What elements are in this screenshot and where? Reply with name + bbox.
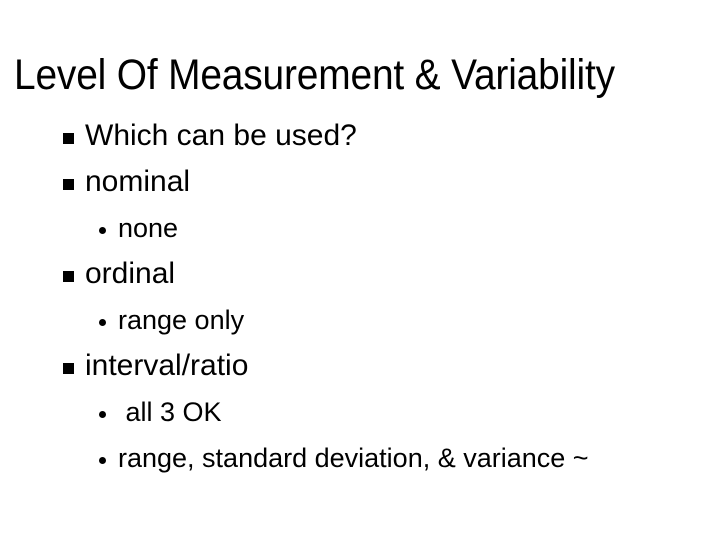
list-item-label: Which can be used? <box>85 119 357 152</box>
list-item: nominal <box>0 159 720 205</box>
list-item: all 3 OK <box>0 389 720 435</box>
list-item-label: range only <box>118 305 245 335</box>
slide: Level Of Measurement & Variability Which… <box>0 0 720 540</box>
square-bullet-icon <box>63 363 74 374</box>
list-item-label: none <box>118 213 179 243</box>
square-bullet-icon <box>63 133 74 144</box>
circle-bullet-icon <box>99 227 106 234</box>
list-item-label: all 3 OK <box>118 397 222 427</box>
circle-bullet-icon <box>99 319 106 326</box>
list-item: interval/ratio <box>0 343 720 389</box>
square-bullet-icon <box>63 179 74 190</box>
circle-bullet-icon <box>99 411 106 418</box>
list-item: none <box>0 205 720 251</box>
list-item: range only <box>0 297 720 343</box>
list-item: ordinal <box>0 251 720 297</box>
bullet-list: Which can be used? nominal none ordinal … <box>0 113 720 527</box>
list-item-label: ordinal <box>85 257 176 290</box>
page-title: Level Of Measurement & Variability <box>14 50 615 99</box>
list-item-label: interval/ratio <box>85 349 249 382</box>
square-bullet-icon <box>63 271 74 282</box>
list-item: range, standard deviation, & variance ~ <box>0 435 720 527</box>
list-item-label: nominal <box>85 165 191 198</box>
list-item: Which can be used? <box>0 113 720 159</box>
list-item-label: range, standard deviation, & variance ~ <box>118 443 589 473</box>
circle-bullet-icon <box>99 457 106 464</box>
